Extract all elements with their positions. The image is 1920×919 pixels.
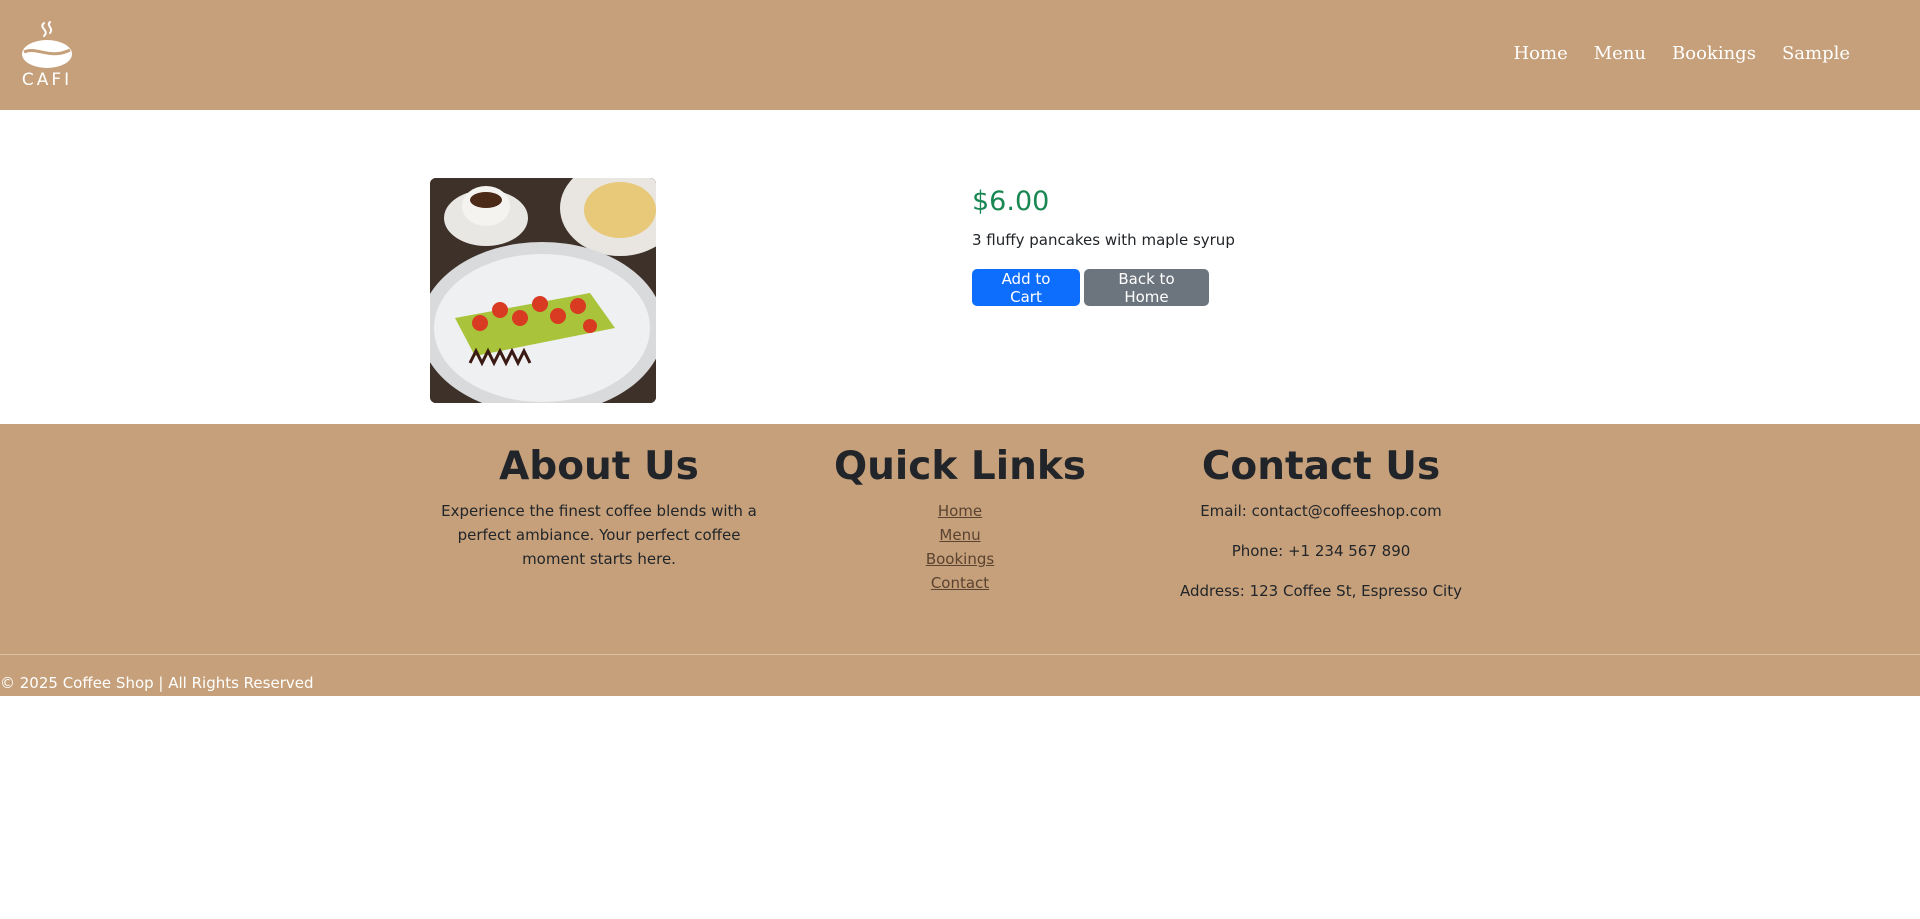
site-footer: About Us Experience the finest coffee bl…	[0, 424, 1920, 696]
footer-about: About Us Experience the finest coffee bl…	[430, 444, 768, 571]
contact-phone: Phone: +1 234 567 890	[1231, 541, 1411, 560]
contact-title: Contact Us	[1201, 444, 1441, 489]
footer-contact: Contact Us Email: contact@coffeeshop.com…	[1150, 444, 1492, 619]
site-header: CAFI Home Menu Bookings Sample	[0, 0, 1920, 110]
nav-menu[interactable]: Menu	[1594, 43, 1646, 64]
nav-home[interactable]: Home	[1513, 43, 1567, 64]
site-logo[interactable]: CAFI	[20, 20, 74, 90]
main-nav: Home Menu Bookings Sample	[1513, 43, 1850, 64]
about-text: Experience the finest coffee blends with…	[441, 501, 757, 568]
footer-link-home[interactable]: Home	[820, 499, 1100, 523]
product-image	[430, 178, 656, 403]
footer-link-bookings[interactable]: Bookings	[820, 547, 1100, 571]
about-title: About Us	[499, 444, 699, 489]
nav-bookings[interactable]: Bookings	[1672, 43, 1756, 64]
footer-link-contact[interactable]: Contact	[820, 571, 1100, 595]
product-price: $6.00	[972, 186, 1050, 217]
add-to-cart-button[interactable]: Add to Cart	[972, 269, 1080, 306]
nav-sample[interactable]: Sample	[1782, 43, 1850, 64]
footer-divider	[0, 654, 1920, 655]
logo-text: CAFI	[21, 70, 73, 90]
footer-link-menu[interactable]: Menu	[820, 523, 1100, 547]
coffee-bean-steam-icon	[22, 21, 72, 68]
footer-quick-links: Quick Links Home Menu Bookings Contact	[820, 444, 1100, 595]
back-to-home-button[interactable]: Back to Home	[1084, 269, 1209, 306]
product-description: 3 fluffy pancakes with maple syrup	[972, 231, 1235, 249]
copyright: © 2025 Coffee Shop | All Rights Reserved	[0, 674, 314, 692]
quick-links-title: Quick Links	[833, 444, 1087, 489]
contact-address: Address: 123 Coffee St, Espresso City	[1180, 581, 1462, 600]
contact-email: Email: contact@coffeeshop.com	[1200, 501, 1442, 520]
